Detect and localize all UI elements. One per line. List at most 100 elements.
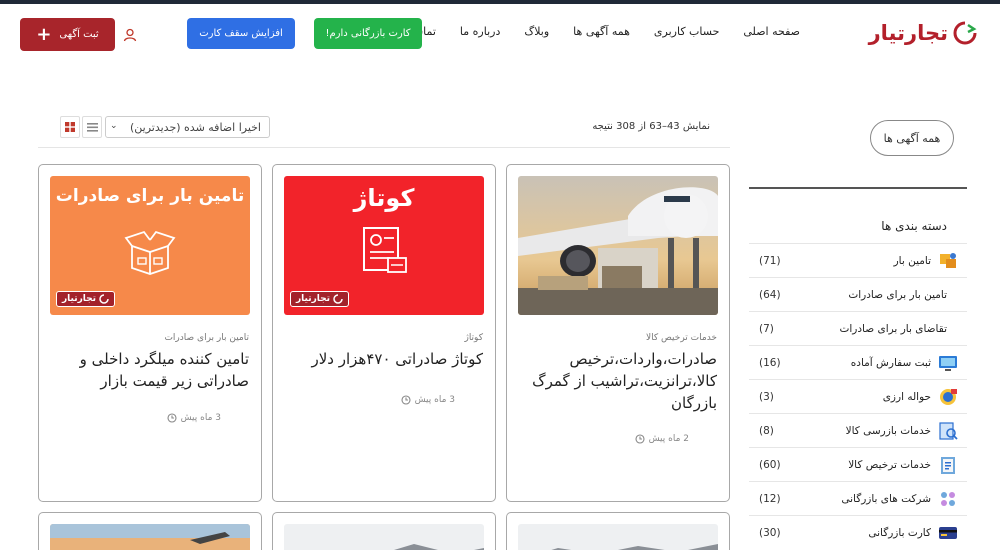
category-count: (8) (759, 425, 774, 437)
currency-icon (940, 389, 957, 405)
category-count: (3) (759, 391, 774, 403)
thumb-logo-badge: تجارتیار (56, 291, 116, 307)
category-item[interactable]: حواله ارزی (3) (749, 379, 967, 413)
thumb-logo-badge: تجارتیار (290, 291, 350, 307)
category-item[interactable]: خدمات ترخیص کالا (60) (749, 447, 967, 481)
logo-mark-icon (99, 294, 109, 304)
snow-photo (284, 524, 484, 550)
nav-about[interactable]: درباره ما (448, 25, 512, 38)
logo-text: تجارتیار (868, 21, 949, 45)
card-icon (939, 527, 957, 539)
category-label: تقاضای بار برای صادرات (839, 323, 948, 335)
category-item[interactable]: ثبت سفارش آماده (16) (749, 345, 967, 379)
all-ads-button[interactable]: همه آگهی ها (870, 120, 954, 156)
plus-icon: + (36, 23, 52, 45)
document-icon (363, 227, 407, 273)
category-count: (7) (759, 323, 774, 335)
clock-icon (167, 413, 177, 423)
category-list: تامین بار (71) تامین بار برای صادرات (64… (749, 243, 967, 549)
category-label: تامین بار (893, 255, 931, 267)
site-logo[interactable]: تجارتیار (869, 18, 978, 48)
nav-home[interactable]: صفحه اصلی (731, 25, 812, 38)
ad-card[interactable] (38, 512, 262, 550)
result-count: نمایش 43–63 از 308 نتیجه (592, 121, 710, 132)
ad-time: 2 ماه پیش (635, 434, 689, 444)
sunset-photo (50, 524, 250, 550)
site-header: تجارتیار صفحه اصلی حساب کاربری همه آگهی … (0, 4, 1000, 62)
ad-card[interactable]: کوتاژ تجارتیار کوتاژ کوتاژ صادراتی ۴۷۰هز… (272, 164, 496, 502)
category-label: خدمات ترخیص کالا (848, 459, 931, 471)
ad-category[interactable]: کوتاژ (464, 333, 483, 343)
ad-time: 3 ماه پیش (167, 413, 221, 423)
category-label: کارت بازرگانی (868, 527, 931, 539)
category-count: (71) (759, 255, 781, 267)
company-icon (941, 492, 955, 506)
ad-card[interactable] (506, 512, 730, 550)
ad-thumbnail[interactable]: کوتاژ تجارتیار (284, 176, 484, 315)
thumb-heading: کوتاژ (353, 184, 415, 212)
ad-category[interactable]: خدمات ترخیص کالا (646, 333, 717, 343)
ad-card[interactable]: خدمات ترخیص کالا صادرات،واردات،ترخیص کال… (506, 164, 730, 502)
main-nav: صفحه اصلی حساب کاربری همه آگهی ها وبلاگ … (375, 25, 812, 38)
airplane-photo (518, 176, 718, 315)
cargo-icon (940, 253, 956, 268)
category-count: (16) (759, 357, 781, 369)
category-item[interactable]: کارت بازرگانی (30) (749, 515, 967, 549)
category-count: (64) (759, 289, 781, 301)
category-label: تامین بار برای صادرات (848, 289, 947, 301)
category-item[interactable]: خدمات بازرسی کالا (8) (749, 413, 967, 447)
category-item[interactable]: تامین بار برای صادرات (64) (749, 277, 967, 311)
category-label: ثبت سفارش آماده (850, 357, 931, 369)
open-box-icon (124, 230, 176, 275)
category-label: شرکت های بازرگانی (841, 493, 931, 505)
post-ad-button[interactable]: ثبت آگهی + (20, 18, 115, 51)
ad-title[interactable]: تامین کننده میلگرد داخلی و صادراتی زیر ق… (51, 348, 249, 392)
category-label: حواله ارزی (882, 391, 931, 403)
sidebar-divider (749, 187, 967, 189)
category-count: (30) (759, 527, 781, 539)
chevron-down-icon: ⌄ (110, 121, 118, 131)
logo-mark-icon (953, 21, 977, 45)
sort-select[interactable]: اخیرا اضافه شده (جدیدترین) ⌄ (105, 116, 270, 138)
nav-account[interactable]: حساب کاربری (642, 25, 731, 38)
ad-category[interactable]: تامین بار برای صادرات (164, 333, 249, 343)
increase-limit-button[interactable]: افزایش سقف کارت (187, 18, 295, 49)
logo-mark-icon (333, 294, 343, 304)
category-item[interactable]: شرکت های بازرگانی (12) (749, 481, 967, 515)
category-count: (12) (759, 493, 781, 505)
clock-icon (635, 434, 645, 444)
sidebar: همه آگهی ها دسته بندی ها تامین بار (71) … (749, 120, 967, 550)
thumb-logo-text: تجارتیار (62, 294, 97, 304)
toolbar-divider (38, 147, 730, 148)
ad-thumbnail[interactable] (518, 176, 718, 315)
ad-thumbnail[interactable]: تامین بار برای صادرات تجارتیار (50, 176, 250, 315)
category-label: خدمات بازرسی کالا (845, 425, 931, 437)
clipboard-icon (941, 457, 955, 474)
inspection-icon (939, 422, 958, 440)
ad-time-text: 3 ماه پیش (180, 413, 221, 423)
nav-all-ads[interactable]: همه آگهی ها (561, 25, 642, 38)
grid-view-button[interactable] (60, 116, 80, 138)
post-ad-label: ثبت آگهی (59, 29, 99, 40)
thumb-logo-text: تجارتیار (296, 294, 331, 304)
ad-time-text: 3 ماه پیش (414, 395, 455, 405)
have-card-button[interactable]: کارت بازرگانی دارم! (314, 18, 422, 49)
list-view-button[interactable] (82, 116, 102, 138)
snow-photo (518, 524, 718, 550)
grid-icon (65, 122, 75, 132)
ad-card[interactable]: تامین بار برای صادرات تجارتیار تامین بار… (38, 164, 262, 502)
category-item[interactable]: تقاضای بار برای صادرات (7) (749, 311, 967, 345)
categories-title: دسته بندی ها (881, 219, 947, 233)
results-toolbar: نمایش 43–63 از 308 نتیجه اخیرا اضافه شده… (60, 116, 730, 138)
category-count: (60) (759, 459, 781, 471)
category-item[interactable]: تامین بار (71) (749, 243, 967, 277)
ad-time: 3 ماه پیش (401, 395, 455, 405)
ad-card[interactable] (272, 512, 496, 550)
nav-blog[interactable]: وبلاگ (512, 25, 561, 38)
sort-value: اخیرا اضافه شده (جدیدترین) (129, 120, 261, 134)
ad-title[interactable]: کوتاژ صادراتی ۴۷۰هزار دلار (285, 348, 483, 370)
list-icon (86, 122, 98, 132)
ad-title[interactable]: صادرات،واردات،ترخیص کالا،ترانزیت،تراشیب … (519, 348, 717, 414)
monitor-icon (939, 356, 957, 371)
user-icon[interactable] (123, 28, 137, 42)
